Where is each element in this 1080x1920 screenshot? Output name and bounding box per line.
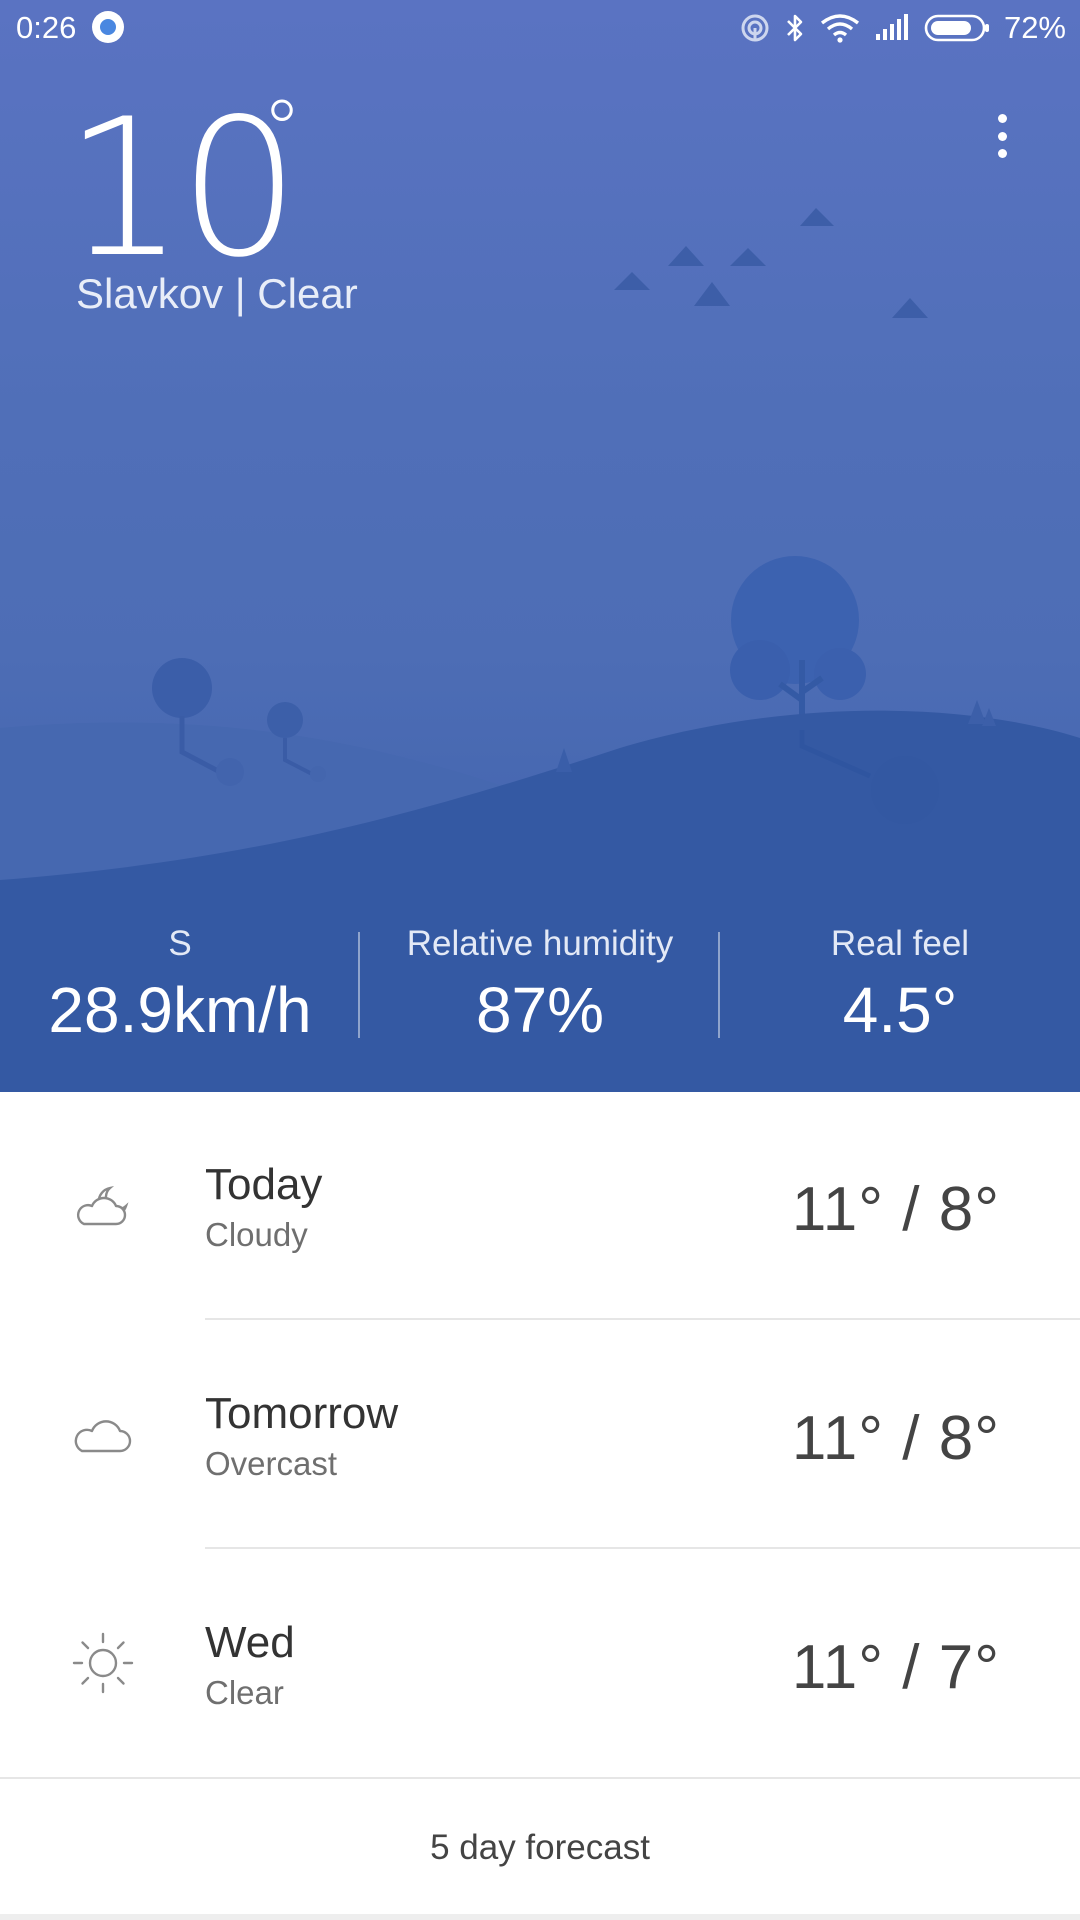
forecast-row-tomorrow[interactable]: Tomorrow Overcast 11° / 8° <box>0 1321 1080 1549</box>
forecast-row-today[interactable]: Today Cloudy 11° / 8° <box>0 1092 1080 1320</box>
birds-illustration <box>614 208 928 318</box>
hotspot-icon <box>741 14 769 42</box>
menu-dot-icon <box>997 131 1007 141</box>
five-day-forecast-label: 5 day forecast <box>430 1828 650 1867</box>
status-icons: 72% <box>740 8 1066 48</box>
wind-speed: 28.9km/h <box>48 974 312 1046</box>
weather-stats: S 28.9km/h Relative humidity 87% Real fe… <box>0 920 1080 1050</box>
wind-stat: S 28.9km/h <box>0 920 360 1050</box>
forecast-temps: 11° / 8° <box>791 1175 1000 1244</box>
forecast-day: Today <box>205 1160 323 1209</box>
forecast-temps: 11° / 7° <box>791 1633 1000 1702</box>
bottom-edge <box>0 1914 1080 1920</box>
degree-symbol: ° <box>262 83 302 176</box>
humidity-label: Relative humidity <box>406 924 674 963</box>
status-time: 0:26 <box>16 10 77 45</box>
humidity-stat: Relative humidity 87% <box>360 920 720 1050</box>
weather-hero: 0:26 72% 10 ° Slavkov | Clear S 28.9km/h… <box>0 0 1080 1092</box>
menu-dot-icon <box>997 149 1007 158</box>
location-condition[interactable]: Slavkov | Clear <box>76 270 358 318</box>
cloud-icon <box>74 1420 132 1453</box>
more-options-button[interactable] <box>984 106 1020 166</box>
signal-icon <box>875 14 908 40</box>
humidity-value: 87% <box>475 974 605 1046</box>
forecast-day: Wed <box>205 1618 295 1667</box>
wifi-icon <box>820 14 859 43</box>
forecast-row-wed[interactable]: Wed Clear 11° / 7° <box>0 1550 1080 1778</box>
five-day-forecast-button[interactable]: 5 day forecast <box>0 1779 1080 1917</box>
battery-icon <box>924 14 989 42</box>
cloudy-night-icon <box>77 1185 129 1226</box>
real-feel-label: Real feel <box>830 924 970 963</box>
current-temperature: 10 ° <box>64 90 302 284</box>
row-divider <box>205 1547 1080 1549</box>
forecast-condition: Overcast <box>205 1445 338 1482</box>
wind-direction: S <box>168 924 192 963</box>
status-bar: 0:26 72% <box>0 0 1080 56</box>
forecast-day: Tomorrow <box>205 1389 399 1438</box>
sun-icon <box>72 1632 134 1694</box>
real-feel-stat: Real feel 4.5° <box>720 920 1080 1050</box>
forecast-condition: Clear <box>205 1674 284 1711</box>
forecast-temps: 11° / 8° <box>791 1404 1000 1473</box>
forecast-condition: Cloudy <box>205 1216 308 1253</box>
current-temperature-value: 10 <box>64 78 300 299</box>
app-notification-icon <box>92 11 124 43</box>
bluetooth-icon <box>787 14 803 42</box>
battery-percent: 72% <box>1003 10 1066 45</box>
real-feel-value: 4.5° <box>842 974 958 1046</box>
menu-dot-icon <box>997 114 1007 123</box>
row-divider <box>205 1318 1080 1320</box>
